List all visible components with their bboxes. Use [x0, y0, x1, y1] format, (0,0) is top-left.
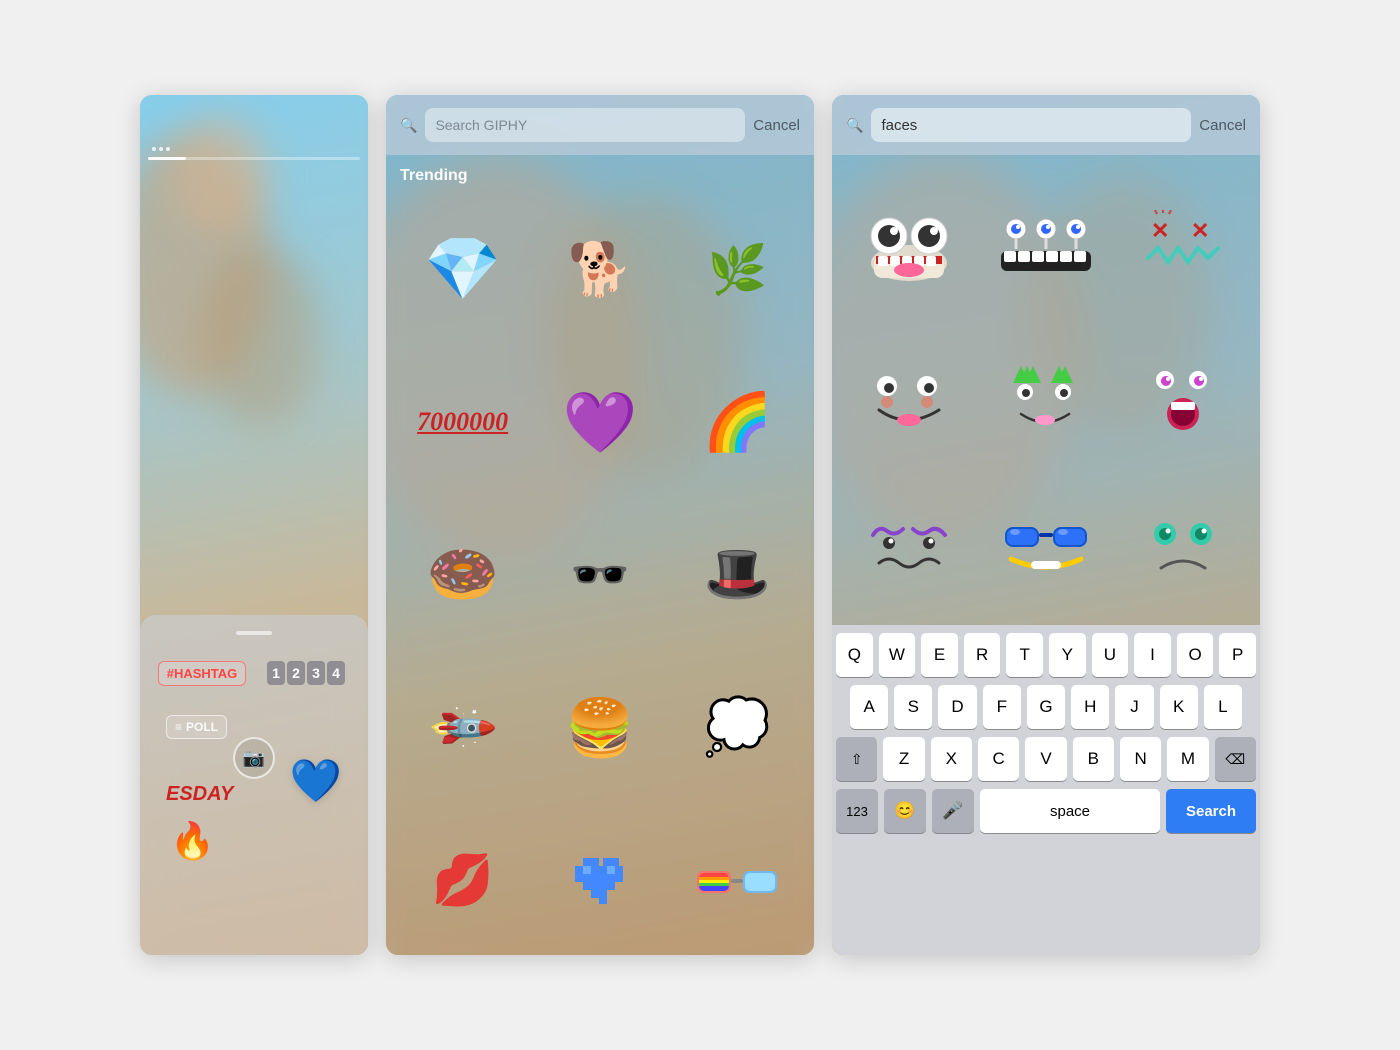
svg-text:✕: ✕ [1191, 218, 1209, 243]
key-w[interactable]: W [879, 633, 916, 677]
face-sticker-7[interactable] [844, 473, 975, 617]
keyboard-row-2: A S D F G H J K L [832, 677, 1260, 729]
key-n[interactable]: N [1120, 737, 1161, 781]
key-z[interactable]: Z [883, 737, 924, 781]
search-button[interactable]: Search [1166, 789, 1256, 833]
panel-faces-keyboard: 🔍 faces Cancel [832, 95, 1260, 955]
key-b[interactable]: B [1073, 737, 1114, 781]
story-menu [152, 147, 170, 151]
sticker-dog[interactable]: 🐕 [533, 195, 666, 344]
key-delete[interactable]: ⌫ [1215, 737, 1256, 781]
key-i[interactable]: I [1134, 633, 1171, 677]
sticker-donut[interactable]: 🍩 [396, 501, 529, 650]
faces-search-icon: 🔍 [846, 117, 863, 134]
face-sticker-9[interactable] [1117, 473, 1248, 617]
key-e[interactable]: E [921, 633, 958, 677]
sticker-pixel-heart[interactable] [533, 806, 666, 955]
key-p[interactable]: P [1219, 633, 1256, 677]
poll-sticker[interactable]: ≡ ≡ POLL POLL [166, 715, 227, 739]
key-u[interactable]: U [1092, 633, 1129, 677]
giphy-sticker-grid: 💎 🐕 🌿 7000000 💜 🌈 🍩 🕶️ 🎩 🚀 [386, 195, 814, 955]
panel-giphy-search: 🔍 Search GIPHY Cancel Trending 💎 🐕 🌿 700… [386, 95, 814, 955]
key-t[interactable]: T [1006, 633, 1043, 677]
key-c[interactable]: C [978, 737, 1019, 781]
key-j[interactable]: J [1115, 685, 1153, 729]
face-sticker-8[interactable] [981, 473, 1112, 617]
hashtag-sticker[interactable]: #HASHTAG [154, 649, 250, 697]
sticker-rocket[interactable]: 🚀 [396, 653, 529, 802]
face-sticker-4[interactable] [844, 323, 975, 467]
key-x[interactable]: X [931, 737, 972, 781]
face-sticker-grid: ✕ ✕ [832, 165, 1260, 625]
key-y[interactable]: Y [1049, 633, 1086, 677]
face-sticker-1[interactable] [844, 173, 975, 317]
progress-bar [148, 157, 360, 160]
key-k[interactable]: K [1160, 685, 1198, 729]
sticker-purple-heart[interactable]: 💜 [533, 348, 666, 497]
face-sticker-6[interactable] [1117, 323, 1248, 467]
key-d[interactable]: D [938, 685, 976, 729]
counter-sticker[interactable]: 1 2 3 4 [258, 649, 354, 697]
key-mic[interactable]: 🎤 [932, 789, 974, 833]
faces-cancel-button[interactable]: Cancel [1199, 117, 1246, 134]
pixel-heart-icon [575, 858, 625, 904]
key-emoji[interactable]: 😊 [884, 789, 926, 833]
face-sticker-3[interactable]: ✕ ✕ [1117, 173, 1248, 317]
key-s[interactable]: S [894, 685, 932, 729]
key-space[interactable]: space [980, 789, 1160, 833]
tray-handle [236, 631, 272, 635]
sticker-wizard-hat[interactable]: 🎩 [671, 501, 804, 650]
sticker-7million[interactable]: 7000000 [396, 348, 529, 497]
keyboard-bottom-row: 123 😊 🎤 space Search [832, 781, 1260, 839]
key-f[interactable]: F [983, 685, 1021, 729]
sticker-burger[interactable]: 🍔 [533, 653, 666, 802]
rainbow-glasses-icon [697, 861, 777, 901]
blue-heart-sticker[interactable]: 💙 [290, 757, 342, 806]
keyboard: Q W E R T Y U I O P A S D F G H J K L ⇧ … [832, 625, 1260, 955]
esday-label: ESDAY [166, 783, 233, 806]
sticker-lips[interactable]: 💋 [396, 806, 529, 955]
panel-stories: #HASHTAG 1 2 3 4 📷 ≡ ≡ POLL POLL [140, 95, 368, 955]
sticker-tray: #HASHTAG 1 2 3 4 📷 ≡ ≡ POLL POLL [140, 615, 368, 955]
svg-text:✕: ✕ [1151, 218, 1169, 243]
face-sticker-5[interactable] [981, 323, 1112, 467]
giphy-search-input[interactable]: Search GIPHY [425, 108, 745, 142]
key-m[interactable]: M [1167, 737, 1208, 781]
sticker-thought-cloud[interactable]: 💭 [671, 653, 804, 802]
search-icon: 🔍 [400, 117, 417, 134]
faces-search-input[interactable]: faces [871, 108, 1191, 142]
face-sticker-2[interactable] [981, 173, 1112, 317]
giphy-search-bar: 🔍 Search GIPHY Cancel [386, 95, 814, 155]
key-123[interactable]: 123 [836, 789, 878, 833]
key-g[interactable]: G [1027, 685, 1065, 729]
camera-button[interactable]: 📷 [233, 737, 275, 779]
key-a[interactable]: A [850, 685, 888, 729]
fire-icon: 🔥 [170, 820, 215, 862]
sticker-rainbow-glasses[interactable] [671, 806, 804, 955]
key-h[interactable]: H [1071, 685, 1109, 729]
sticker-crystal[interactable]: 💎 [396, 195, 529, 344]
trending-label: Trending [400, 167, 468, 185]
key-o[interactable]: O [1177, 633, 1214, 677]
key-shift[interactable]: ⇧ [836, 737, 877, 781]
key-r[interactable]: R [964, 633, 1001, 677]
keyboard-row-1: Q W E R T Y U I O P [832, 625, 1260, 677]
faces-search-bar: 🔍 faces Cancel [832, 95, 1260, 155]
sticker-rainbow[interactable]: 🌈 [671, 348, 804, 497]
giphy-cancel-button[interactable]: Cancel [753, 117, 800, 134]
keyboard-row-3: ⇧ Z X C V B N M ⌫ [832, 729, 1260, 781]
sticker-plant-pot[interactable]: 🌿 [671, 195, 804, 344]
key-l[interactable]: L [1204, 685, 1242, 729]
key-q[interactable]: Q [836, 633, 873, 677]
key-v[interactable]: V [1025, 737, 1066, 781]
sticker-cool-sunglasses[interactable]: 🕶️ [533, 501, 666, 650]
